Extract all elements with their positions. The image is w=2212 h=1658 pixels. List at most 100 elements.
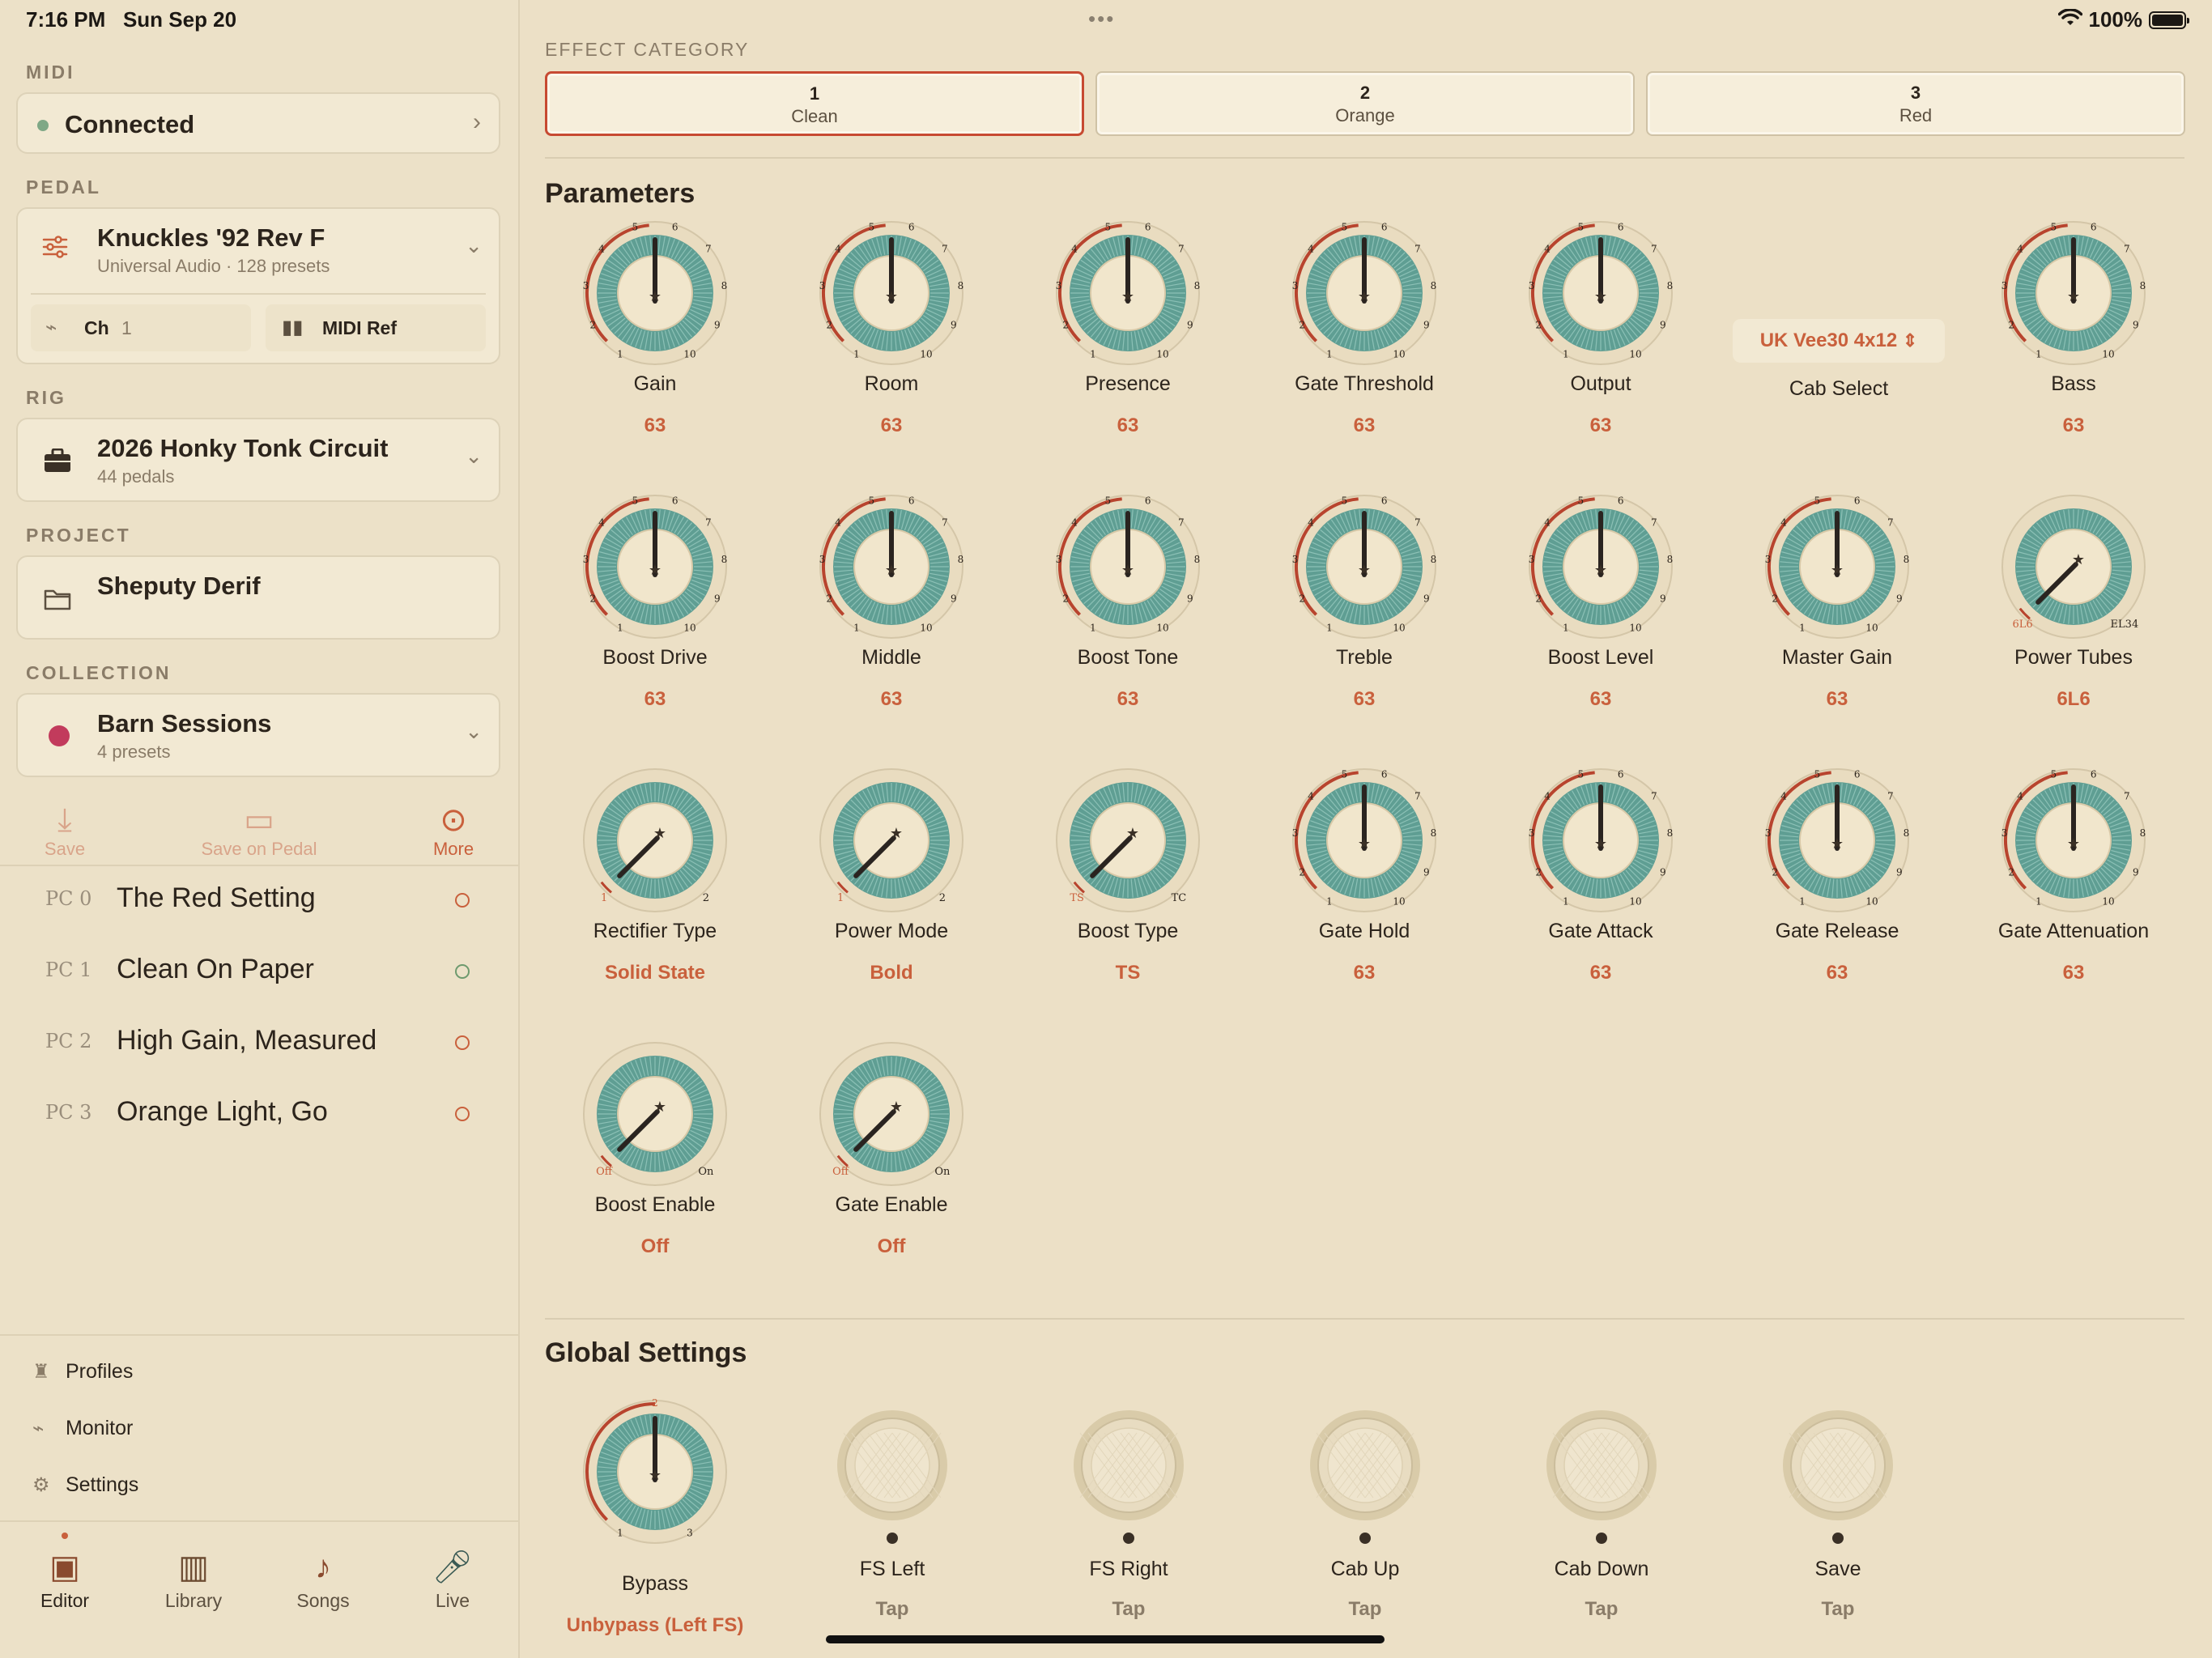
cab-up-footswitch[interactable]: Cab Up Tap bbox=[1256, 1409, 1450, 1620]
books-icon: ▥ bbox=[178, 1550, 209, 1585]
knob-scale-number: 1 bbox=[1326, 348, 1333, 359]
preset-row[interactable]: PC 2 High Gain, Measured bbox=[0, 1009, 518, 1078]
boost-type-knob[interactable]: TS TC ★ Boost Type TS bbox=[1031, 767, 1225, 1010]
save-button[interactable]: ⤓ Save bbox=[32, 801, 97, 860]
gate-release-knob[interactable]: 1 2 3 4 5 6 7 8 9 10 ★ Gate Release 63 bbox=[1740, 767, 1934, 1010]
divider bbox=[545, 1318, 2184, 1320]
power-tubes-knob[interactable]: 6L6 EL34 ★ Power Tubes 6L6 bbox=[1976, 494, 2171, 737]
collection-section-label: COLLECTION bbox=[26, 662, 172, 683]
rig-selector[interactable]: 2026 Honky Tonk Circuit 44 pedals ⌄ bbox=[16, 418, 500, 502]
knob-scale-number: 10 bbox=[1629, 895, 1641, 907]
status-time: 7:16 PM Sun Sep 20 bbox=[26, 7, 237, 32]
knob-scale-number: 7 bbox=[1651, 517, 1657, 529]
editor-pedal-icon: ▣ bbox=[49, 1550, 80, 1585]
star-icon: ★ bbox=[653, 825, 666, 841]
knob-scale-number: 5 bbox=[869, 222, 875, 233]
home-indicator[interactable] bbox=[826, 1635, 1385, 1643]
save-footswitch[interactable]: Save Tap bbox=[1729, 1409, 1923, 1620]
power-mode-knob[interactable]: 1 2 ★ Power Mode Bold bbox=[794, 767, 989, 1010]
collection-selector[interactable]: Barn Sessions 4 presets ⌄ bbox=[16, 693, 500, 777]
tab-live[interactable]: 🎤︎ Live bbox=[404, 1545, 501, 1612]
bass-knob[interactable]: 1 2 3 4 5 6 7 8 9 10 ★ Bass 63 bbox=[1976, 220, 2171, 463]
nav-profiles[interactable]: ♜ Profiles bbox=[32, 1360, 133, 1384]
status-right: 100% bbox=[2057, 7, 2189, 32]
knob-scale-number: 5 bbox=[2051, 769, 2057, 780]
gate-enable-knob[interactable]: Off On ★ Gate Enable Off bbox=[794, 1041, 989, 1284]
knob-value: 63 bbox=[1353, 414, 1376, 436]
knob-value: 63 bbox=[1117, 688, 1139, 710]
knob-scale-number: 6 bbox=[1854, 495, 1861, 507]
category-orange[interactable]: 2 Orange bbox=[1095, 71, 1635, 136]
knob-scale-number: 3 bbox=[2001, 280, 2008, 291]
treble-knob[interactable]: 1 2 3 4 5 6 7 8 9 10 ★ Treble 63 bbox=[1267, 494, 1461, 737]
knob-dial: 1 2 3 4 5 6 7 8 9 10 ★ bbox=[1056, 495, 1200, 639]
knob-scale-number: 4 bbox=[2017, 244, 2023, 255]
master-gain-knob[interactable]: 1 2 3 4 5 6 7 8 9 10 ★ Master Gain 63 bbox=[1740, 494, 1934, 737]
knob-scale-number: 8 bbox=[1194, 280, 1201, 291]
nav-monitor[interactable]: ⌁ Monitor bbox=[32, 1417, 133, 1440]
boost-tone-knob[interactable]: 1 2 3 4 5 6 7 8 9 10 ★ Boost Tone 63 bbox=[1031, 494, 1225, 737]
knob-scale-number: 3 bbox=[1529, 280, 1535, 291]
knob-scale-number: 1 bbox=[1799, 622, 1806, 633]
gate-hold-knob[interactable]: 1 2 3 4 5 6 7 8 9 10 ★ Gate Hold 63 bbox=[1267, 767, 1461, 1010]
more-button[interactable]: ⊙ More bbox=[421, 801, 486, 860]
boost-enable-knob[interactable]: Off On ★ Boost Enable Off bbox=[558, 1041, 752, 1284]
knob-scale-number: 5 bbox=[1578, 769, 1585, 780]
nav-settings[interactable]: ⚙ Settings bbox=[32, 1473, 138, 1497]
rectifier-type-knob[interactable]: 1 2 ★ Rectifier Type Solid State bbox=[558, 767, 752, 1010]
preset-row[interactable]: PC 3 Orange Light, Go bbox=[0, 1080, 518, 1150]
middle-knob[interactable]: 1 2 3 4 5 6 7 8 9 10 ★ Middle 63 bbox=[794, 494, 989, 737]
preset-name: Clean On Paper bbox=[117, 954, 314, 984]
cab-down-footswitch[interactable]: Cab Down Tap bbox=[1492, 1409, 1687, 1620]
midi-status-card[interactable]: Connected › bbox=[16, 92, 500, 154]
pedal-selector[interactable]: Knuckles '92 Rev F Universal Audio · 128… bbox=[18, 209, 499, 293]
knob-scale-number: 1 bbox=[617, 348, 623, 359]
gear-icon: ⚙ bbox=[32, 1474, 50, 1496]
knob-value: Unbypass (Left FS) bbox=[566, 1614, 744, 1636]
preset-row[interactable]: PC 0 The Red Setting bbox=[0, 866, 518, 936]
room-knob[interactable]: 1 2 3 4 5 6 7 8 9 10 ★ Room 63 bbox=[794, 220, 989, 463]
knob-scale-number: 4 bbox=[1071, 517, 1078, 529]
presence-knob[interactable]: 1 2 3 4 5 6 7 8 9 10 ★ Presence 63 bbox=[1031, 220, 1225, 463]
knob-min-label: 1 bbox=[837, 892, 844, 904]
gate-attack-knob[interactable]: 1 2 3 4 5 6 7 8 9 10 ★ Gate Attack 63 bbox=[1504, 767, 1698, 1010]
footswitch-cap-icon bbox=[837, 1410, 947, 1520]
knob-scale-number: 8 bbox=[721, 554, 728, 565]
preset-row[interactable]: PC 1 Clean On Paper bbox=[0, 937, 518, 1007]
category-red[interactable]: 3 Red bbox=[1646, 71, 2185, 136]
tab-library[interactable]: ▥ Library bbox=[145, 1545, 242, 1612]
knob-scale-number: 4 bbox=[835, 517, 841, 529]
category-clean[interactable]: 1 Clean bbox=[545, 71, 1084, 136]
gain-knob[interactable]: 1 2 3 4 5 6 7 8 9 10 ★ Gain 63 bbox=[558, 220, 752, 463]
knob-value: 63 bbox=[644, 414, 666, 436]
collection-sub: 4 presets bbox=[97, 742, 171, 762]
preset-pc: PC 2 bbox=[45, 1030, 92, 1052]
multitask-dots-icon[interactable]: ••• bbox=[1088, 6, 1115, 32]
more-circle-icon: ⊙ bbox=[440, 802, 467, 838]
save-on-pedal-button[interactable]: ▭ Save on Pedal bbox=[186, 801, 332, 860]
nav-settings-label: Settings bbox=[65, 1473, 139, 1496]
microphone-icon: 🎤︎ bbox=[432, 1550, 474, 1585]
boost-drive-knob[interactable]: 1 2 3 4 5 6 7 8 9 10 ★ Boost Drive 63 bbox=[558, 494, 752, 737]
divider bbox=[31, 293, 486, 295]
tab-songs[interactable]: ♪ Songs bbox=[274, 1545, 372, 1612]
gate-threshold-knob[interactable]: 1 2 3 4 5 6 7 8 9 10 ★ Gate Threshold 63 bbox=[1267, 220, 1461, 463]
star-icon: ★ bbox=[1358, 288, 1371, 304]
midi-ref-button[interactable]: ▮▮ MIDI Ref bbox=[266, 304, 486, 351]
fs-right-footswitch[interactable]: FS Right Tap bbox=[1019, 1409, 1214, 1620]
rig-sub: 44 pedals bbox=[97, 466, 175, 487]
output-knob[interactable]: 1 2 3 4 5 6 7 8 9 10 ★ Output 63 bbox=[1504, 220, 1698, 463]
boost-level-knob[interactable]: 1 2 3 4 5 6 7 8 9 10 ★ Boost Level 63 bbox=[1504, 494, 1698, 737]
project-selector[interactable]: Sheputy Derif bbox=[16, 555, 500, 640]
cab-select-dropdown[interactable]: UK Vee30 4x12 ⇕ bbox=[1733, 319, 1945, 363]
channel-button[interactable]: ⌁ Ch 1 bbox=[31, 304, 251, 351]
footswitch-led-icon bbox=[1832, 1533, 1844, 1544]
tab-editor[interactable]: ▣ Editor bbox=[16, 1545, 113, 1612]
knob-label: Gate Threshold bbox=[1295, 372, 1434, 395]
knob-scale-number: 10 bbox=[1156, 348, 1168, 359]
knob-scale-number: 4 bbox=[1308, 517, 1314, 529]
knob-scale-number: 3 bbox=[583, 554, 589, 565]
fs-left-footswitch[interactable]: FS Left Tap bbox=[783, 1409, 977, 1620]
gate-attenuation-knob[interactable]: 1 2 3 4 5 6 7 8 9 10 ★ Gate Attenuation 63 bbox=[1976, 767, 2171, 1010]
bypass-knob[interactable]: 1 2 3 ★ Bypass Unbypass (Left FS) bbox=[558, 1399, 752, 1650]
